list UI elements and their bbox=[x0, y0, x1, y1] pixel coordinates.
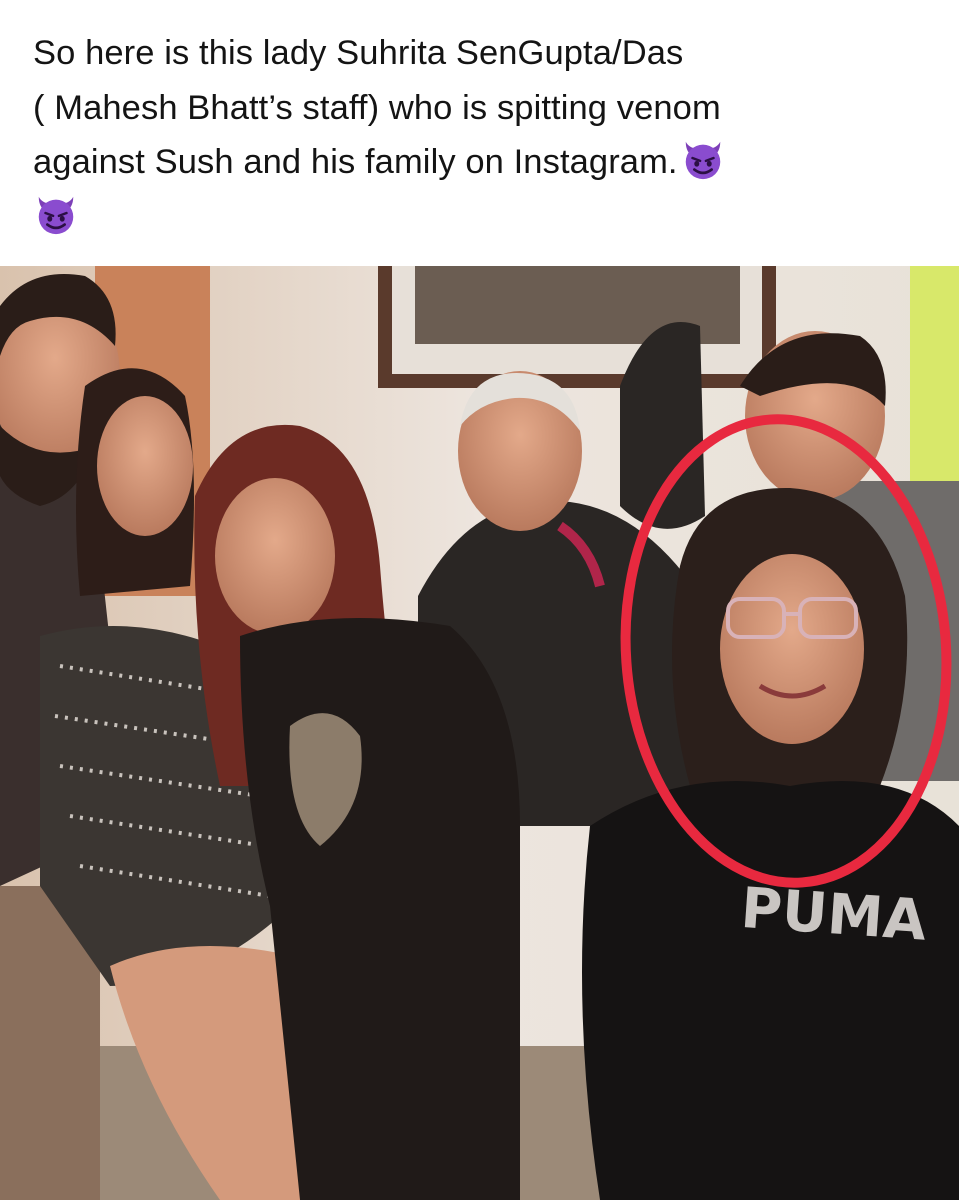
caption-line-3: against Sush and his family on Instagram… bbox=[33, 135, 933, 190]
caption-line-4 bbox=[33, 190, 933, 245]
group-photo-scene: PUMA bbox=[0, 266, 959, 1200]
caption-line-3-text: against Sush and his family on Instagram… bbox=[33, 143, 678, 181]
smiling-imp-icon bbox=[38, 196, 74, 234]
caption-line-1: So here is this lady Suhrita SenGupta/Da… bbox=[33, 34, 684, 72]
wall-frame bbox=[378, 266, 776, 388]
group-photo: PUMA bbox=[0, 266, 959, 1200]
caption-line-2: ( Mahesh Bhatt’s staff) who is spitting … bbox=[33, 88, 721, 127]
shirt-logo-text: PUMA bbox=[739, 876, 929, 954]
smiling-imp-icon bbox=[685, 141, 720, 180]
post-caption: So here is this lady Suhrita SenGupta/Da… bbox=[33, 26, 933, 244]
window-light bbox=[910, 266, 959, 516]
